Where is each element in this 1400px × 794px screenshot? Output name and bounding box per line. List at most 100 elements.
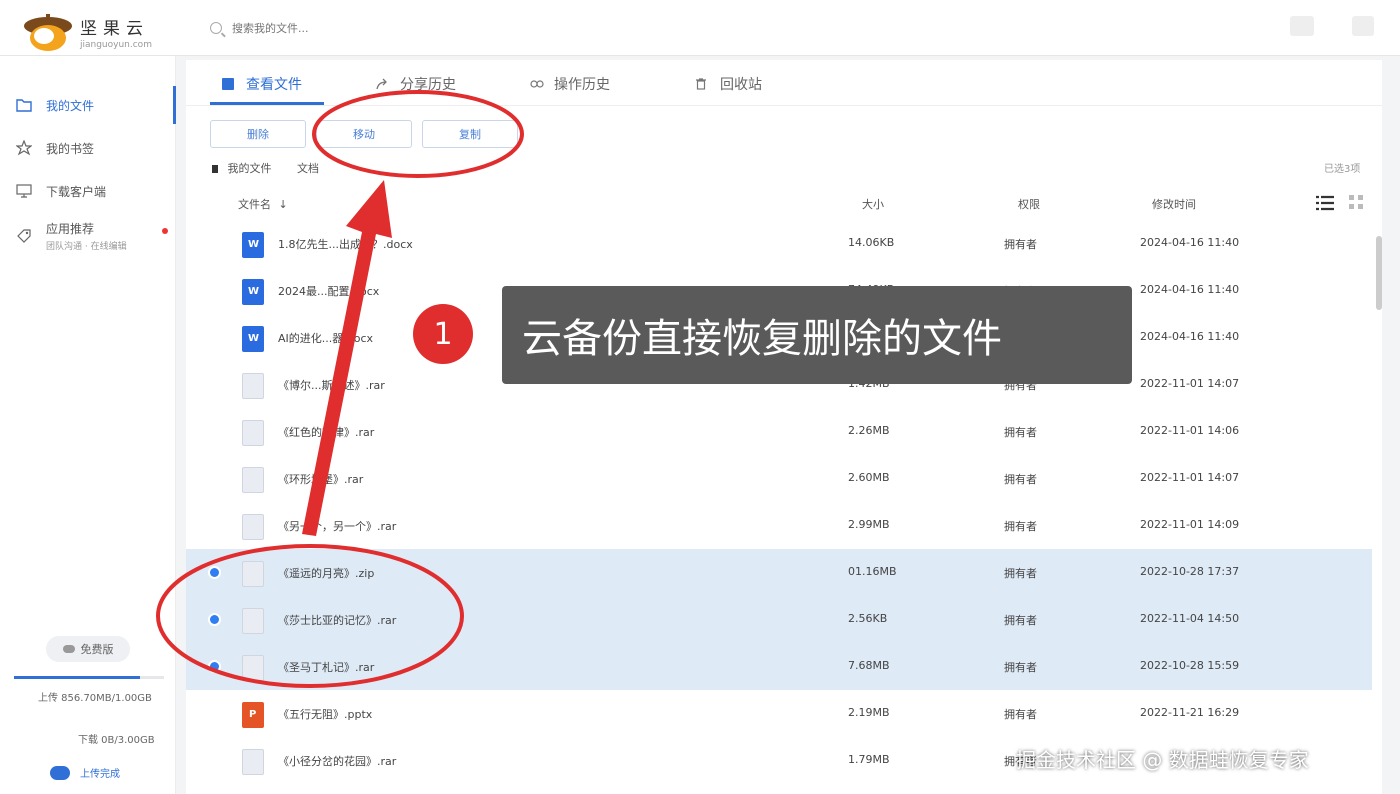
- app-domain: jianguoyun.com: [80, 40, 152, 50]
- grid-view-icon[interactable]: [1348, 194, 1364, 210]
- breadcrumb-current[interactable]: 文档: [297, 162, 319, 175]
- column-header-name[interactable]: 文件名 ↓: [238, 196, 288, 212]
- upload-quota-text: 上传 856.70MB/1.00GB: [38, 693, 152, 704]
- table-row[interactable]: 《红色的旋律》.rar 2.26MB 拥有者 2022-11-01 14:06: [186, 408, 1372, 455]
- file-size: 01.16MB: [848, 565, 897, 578]
- selected-indicator-icon[interactable]: [210, 568, 219, 577]
- table-row[interactable]: 《莎士比亚的记忆》.rar 2.56KB 拥有者 2022-11-04 14:50: [186, 596, 1372, 643]
- table-row[interactable]: 1.8亿先生...出成名？.docx 14.06KB 拥有者 2024-04-16 1…: [186, 220, 1372, 267]
- selection-count: 已选3项: [1324, 164, 1361, 175]
- column-header-size[interactable]: 大小: [862, 196, 884, 212]
- sidebar-item-label: 下载客户端: [46, 184, 107, 199]
- scrollbar[interactable]: [1376, 236, 1382, 310]
- file-permission: 拥有者: [1004, 238, 1037, 251]
- file-permission: 拥有者: [1004, 520, 1037, 533]
- file-permission: 拥有者: [1004, 567, 1037, 580]
- file-modified-time: 2024-04-16 11:40: [1140, 330, 1240, 343]
- file-name[interactable]: 1.8亿先生...出成名？.docx: [278, 236, 413, 252]
- star-icon: [16, 140, 32, 156]
- file-permission: 拥有者: [1004, 661, 1037, 674]
- watermark: 掘金技术社区 @ 数据蛙恢复专家: [1016, 748, 1309, 772]
- sidebar-item-app-recommend[interactable]: 应用推荐 团队沟通 · 在线编辑: [0, 214, 176, 258]
- file-name[interactable]: 2024最...配置.docx: [278, 283, 379, 299]
- word-file-icon: [242, 326, 264, 352]
- file-name[interactable]: 《博尔...斯口述》.rar: [278, 377, 385, 393]
- sidebar-item-bookmarks[interactable]: 我的书签: [0, 129, 176, 167]
- file-name[interactable]: 《小径分岔的花园》.rar: [278, 753, 396, 769]
- search-icon: [210, 22, 222, 34]
- free-plan-button[interactable]: 免费版: [46, 636, 130, 662]
- top-bar: 坚果云 jianguoyun.com: [0, 0, 1400, 56]
- file-modified-time: 2022-10-28 15:59: [1140, 659, 1240, 672]
- rar-file-icon: [242, 749, 264, 775]
- file-name[interactable]: 《圣马丁札记》.rar: [278, 659, 374, 675]
- file-modified-time: 2022-11-04 14:50: [1140, 612, 1240, 625]
- search-input[interactable]: [232, 21, 532, 35]
- download-quota-text: 下载 0B/3.00GB: [78, 735, 155, 746]
- file-icon: [222, 78, 234, 90]
- file-permission: 拥有者: [1004, 614, 1037, 627]
- table-row[interactable]: 《五行无阻》.pptx 2.19MB 拥有者 2022-11-21 16:29: [186, 690, 1372, 737]
- file-name[interactable]: 《红色的旋律》.rar: [278, 424, 374, 440]
- table-row[interactable]: 《环形城堡》.rar 2.60MB 拥有者 2022-11-01 14:07: [186, 455, 1372, 502]
- sidebar-item-sub: 团队沟通 · 在线编辑: [46, 242, 127, 252]
- menu-icon[interactable]: [1352, 16, 1374, 36]
- tab-recycle-bin[interactable]: 回收站: [696, 74, 762, 94]
- rar-file-icon: [242, 655, 264, 681]
- file-name[interactable]: 《环形城堡》.rar: [278, 471, 363, 487]
- file-name[interactable]: 《遥远的月亮》.zip: [278, 565, 374, 581]
- sidebar-item-download-client[interactable]: 下载客户端: [0, 172, 176, 210]
- table-row[interactable]: 《遥远的月亮》.zip 01.16MB 拥有者 2022-10-28 17:37: [186, 549, 1372, 596]
- search-box[interactable]: [210, 16, 570, 40]
- share-icon: [376, 78, 388, 90]
- selected-indicator-icon[interactable]: [210, 662, 219, 671]
- column-header-modified[interactable]: 修改时间: [1152, 196, 1196, 212]
- breadcrumb: 我的文件 文档: [212, 160, 319, 176]
- breadcrumb-root[interactable]: 我的文件: [228, 162, 272, 175]
- sidebar-item-label: 应用推荐: [46, 222, 95, 236]
- move-button[interactable]: 移动: [316, 120, 412, 148]
- file-size: 7.68MB: [848, 659, 890, 672]
- tab-operation-history[interactable]: 操作历史: [530, 74, 610, 94]
- table-row[interactable]: 《圣马丁札记》.rar 7.68MB 拥有者 2022-10-28 15:59: [186, 643, 1372, 690]
- upload-status[interactable]: 上传完成: [50, 765, 120, 780]
- file-size: 2.56KB: [848, 612, 888, 625]
- tab-bar: 查看文件 分享历史 操作历史 回收站: [186, 60, 1382, 106]
- file-size: 2.26MB: [848, 424, 890, 437]
- column-header-permission[interactable]: 权限: [1018, 196, 1040, 212]
- tab-share-history[interactable]: 分享历史: [376, 74, 456, 94]
- file-permission: 拥有者: [1004, 473, 1037, 486]
- history-icon: [530, 78, 544, 90]
- file-permission: 拥有者: [1004, 426, 1037, 439]
- copy-button[interactable]: 复制: [422, 120, 518, 148]
- upload-quota-fill: [14, 676, 140, 679]
- selected-indicator-icon[interactable]: [210, 615, 219, 624]
- file-modified-time: 2024-04-16 11:40: [1140, 236, 1240, 249]
- file-name[interactable]: 《莎士比亚的记忆》.rar: [278, 612, 396, 628]
- file-permission: 拥有者: [1004, 708, 1037, 721]
- cloud-icon: [62, 645, 75, 653]
- tab-label: 查看文件: [246, 77, 302, 93]
- file-name[interactable]: 《另一个，另一个》.rar: [278, 518, 396, 534]
- sidebar-item-label: 我的书签: [46, 141, 95, 156]
- annotation-callout: 云备份直接恢复删除的文件: [502, 286, 1132, 384]
- file-name[interactable]: 《五行无阻》.pptx: [278, 706, 372, 722]
- ppt-file-icon: [242, 702, 264, 728]
- trash-icon: [696, 78, 708, 90]
- active-tab-indicator: [210, 102, 324, 105]
- avatar[interactable]: [1290, 16, 1314, 36]
- rar-file-icon: [242, 420, 264, 446]
- file-name[interactable]: AI的进化...器.docx: [278, 330, 373, 346]
- app-logo[interactable]: 坚果云 jianguoyun.com: [22, 12, 152, 52]
- sidebar-item-my-files[interactable]: 我的文件: [0, 86, 176, 124]
- cloud-upload-icon: [50, 765, 70, 780]
- file-modified-time: 2022-11-01 14:06: [1140, 424, 1240, 437]
- table-row[interactable]: 《另一个，另一个》.rar 2.99MB 拥有者 2022-11-01 14:09: [186, 502, 1372, 549]
- file-size: 2.99MB: [848, 518, 890, 531]
- acorn-icon: [22, 12, 74, 52]
- tab-view-files[interactable]: 查看文件: [222, 74, 302, 94]
- file-modified-time: 2022-11-21 16:29: [1140, 706, 1240, 719]
- list-view-icon[interactable]: [1316, 194, 1334, 212]
- folder-icon: [16, 97, 32, 113]
- delete-button[interactable]: 删除: [210, 120, 306, 148]
